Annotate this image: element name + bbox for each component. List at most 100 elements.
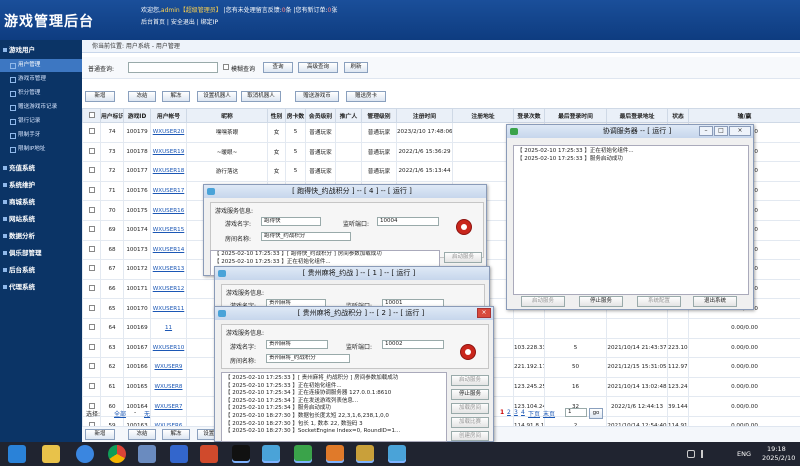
- clock-time[interactable]: 19:18: [767, 445, 786, 453]
- app-icon[interactable]: [76, 445, 94, 463]
- close-button[interactable]: ×: [477, 308, 491, 318]
- unfreeze-button[interactable]: 解冻: [162, 91, 190, 102]
- select-none-link[interactable]: 无: [144, 409, 150, 418]
- user-account-link[interactable]: WXUSER8: [155, 384, 183, 390]
- row-checkbox[interactable]: [88, 383, 95, 390]
- refresh-button[interactable]: 刷新: [344, 62, 368, 73]
- user-account-link[interactable]: WXUSER9: [155, 364, 183, 370]
- app-icon[interactable]: [326, 445, 344, 463]
- tools-icon[interactable]: [138, 445, 156, 463]
- row-checkbox[interactable]: [88, 226, 95, 233]
- sidebar-item-restrict-ip[interactable]: 限制IP地址: [0, 143, 82, 156]
- page-number-input[interactable]: 1: [565, 408, 587, 417]
- user-account-link[interactable]: 11: [165, 325, 172, 331]
- system-config-button[interactable]: 系统配置: [637, 296, 681, 307]
- user-account-link[interactable]: WXUSER14: [153, 247, 185, 253]
- go-button[interactable]: go: [589, 408, 603, 419]
- stop-service-button[interactable]: 停止服务: [579, 296, 623, 307]
- add-button[interactable]: 新增: [85, 91, 115, 102]
- listen-port-field[interactable]: 10002: [382, 340, 444, 349]
- close-button[interactable]: ×: [729, 126, 751, 136]
- network-icon[interactable]: [687, 450, 695, 458]
- bottom-add-button[interactable]: 新增: [85, 429, 115, 440]
- minimize-button[interactable]: –: [699, 126, 713, 136]
- load-room-button[interactable]: 加载房间: [451, 403, 489, 414]
- sidebar-item-coin-management[interactable]: 游戏币管理: [0, 73, 82, 86]
- row-checkbox[interactable]: [88, 304, 95, 311]
- coordination-server-icon[interactable]: [294, 445, 312, 463]
- exit-system-button[interactable]: 退出系统: [693, 296, 737, 307]
- chrome-icon[interactable]: [108, 445, 126, 463]
- game-name-field[interactable]: 贵州麻将: [266, 340, 328, 349]
- row-checkbox[interactable]: [88, 167, 95, 174]
- row-checkbox[interactable]: [88, 147, 95, 154]
- page-1-link[interactable]: 1: [500, 409, 504, 416]
- user-account-link[interactable]: WXUSER17: [153, 188, 185, 194]
- sidebar-group-agent[interactable]: 代理系统: [0, 281, 82, 294]
- game-name-field[interactable]: 跑得快: [261, 217, 321, 226]
- sidebar-group-analytics[interactable]: 数据分析: [0, 230, 82, 243]
- user-account-link[interactable]: WXUSER15: [153, 227, 185, 233]
- row-checkbox[interactable]: [88, 324, 95, 331]
- user-account-link[interactable]: WXUSER10: [153, 345, 185, 351]
- user-account-link[interactable]: WXUSER12: [153, 286, 185, 292]
- room-name-field[interactable]: 跑得快_约战积分: [261, 232, 351, 241]
- last-page-link[interactable]: 末页: [543, 409, 555, 418]
- game-server-icon[interactable]: [388, 445, 406, 463]
- sidebar-item-user-management[interactable]: 用户管理: [0, 59, 82, 72]
- sidebar-group-mall[interactable]: 商城系统: [0, 196, 82, 209]
- gift-card-button[interactable]: 赠送房卡: [346, 91, 386, 102]
- gift-coin-button[interactable]: 赠送游戏币: [295, 91, 339, 102]
- volume-icon[interactable]: [701, 450, 709, 458]
- row-checkbox[interactable]: [88, 343, 95, 350]
- search-input[interactable]: [128, 62, 218, 73]
- select-all-checkbox[interactable]: [88, 111, 95, 118]
- sidebar-group-recharge[interactable]: 充值系统: [0, 162, 82, 175]
- windows-start-icon[interactable]: [8, 445, 26, 463]
- page-2-link[interactable]: 2: [507, 409, 511, 416]
- sidebar-group-club[interactable]: 俱乐部管理: [0, 247, 82, 260]
- start-service-button[interactable]: 启动服务: [521, 296, 565, 307]
- bottom-freeze-button[interactable]: 冻结: [128, 429, 156, 440]
- terminal-icon[interactable]: [232, 445, 250, 463]
- sidebar-group-game-users[interactable]: 游戏用户: [0, 44, 82, 57]
- user-account-link[interactable]: WXUSER19: [153, 149, 185, 155]
- row-checkbox[interactable]: [88, 245, 95, 252]
- stop-service-button[interactable]: 停止服务: [451, 389, 489, 400]
- row-checkbox[interactable]: [88, 206, 95, 213]
- fuzzy-checkbox[interactable]: [223, 64, 229, 70]
- app-icon[interactable]: [200, 445, 218, 463]
- row-checkbox[interactable]: [88, 128, 95, 135]
- page-3-link[interactable]: 3: [514, 409, 518, 416]
- file-explorer-icon[interactable]: [42, 445, 60, 463]
- sidebar-group-backend[interactable]: 后台系统: [0, 264, 82, 277]
- sidebar-item-gift-coin-records[interactable]: 赠送游戏币记录: [0, 101, 82, 114]
- set-robot-button[interactable]: 设置机器人: [197, 91, 237, 102]
- sidebar-item-bank-records[interactable]: 银行记录: [0, 115, 82, 128]
- sidebar-group-maintenance[interactable]: 系统维护: [0, 179, 82, 192]
- next-page-link[interactable]: 下页: [528, 409, 540, 418]
- select-all-link[interactable]: 全部: [114, 409, 126, 418]
- user-account-link[interactable]: WXUSER18: [153, 168, 185, 174]
- maximize-button[interactable]: □: [714, 126, 728, 136]
- row-checkbox[interactable]: [88, 285, 95, 292]
- row-checkbox[interactable]: [88, 187, 95, 194]
- query-button[interactable]: 查询: [263, 62, 293, 73]
- listen-port-field[interactable]: 10004: [377, 217, 439, 226]
- bottom-unfreeze-button[interactable]: 解冻: [162, 429, 190, 440]
- create-room-button[interactable]: 创建房间: [451, 431, 489, 441]
- user-account-link[interactable]: WXUSER16: [153, 208, 185, 214]
- start-service-button[interactable]: 启动服务: [444, 252, 482, 263]
- freeze-button[interactable]: 冻结: [128, 91, 156, 102]
- room-name-field[interactable]: 贵州麻将_约战积分: [266, 354, 350, 363]
- user-account-link[interactable]: WXUSER11: [153, 306, 185, 312]
- language-indicator[interactable]: ENG: [737, 450, 751, 458]
- start-service-button[interactable]: 启动服务: [451, 375, 489, 386]
- sql-server-icon[interactable]: [170, 445, 188, 463]
- advanced-query-button[interactable]: 高级查询: [298, 62, 338, 73]
- sidebar-group-website[interactable]: 网站系统: [0, 213, 82, 226]
- cancel-robot-button[interactable]: 取消机器人: [241, 91, 281, 102]
- load-match-button[interactable]: 加载比赛: [451, 417, 489, 428]
- clock-date[interactable]: 2025/2/10: [762, 454, 795, 462]
- row-checkbox[interactable]: [88, 265, 95, 272]
